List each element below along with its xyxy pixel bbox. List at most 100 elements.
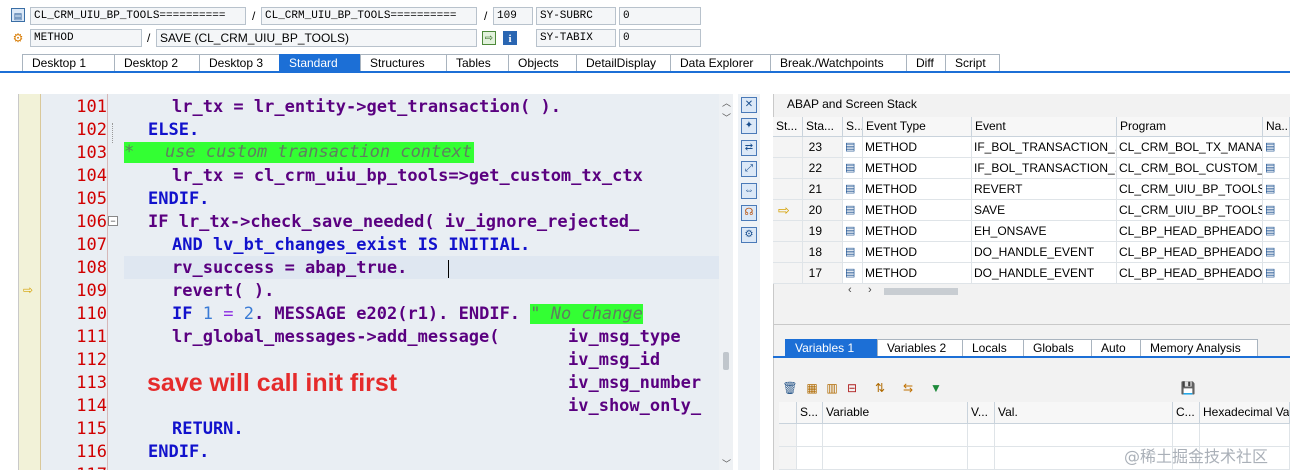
scroll-down-icon[interactable]: ﹀ bbox=[722, 111, 731, 124]
vartab-underline bbox=[773, 356, 1290, 358]
swap-tool-icon[interactable]: ⇔ bbox=[741, 183, 757, 199]
close-tool-icon[interactable]: ✕ bbox=[741, 97, 757, 113]
maximize-tool-icon[interactable]: ⤢ bbox=[741, 161, 757, 177]
var-cell[interactable] bbox=[797, 447, 823, 470]
navigate-icon[interactable]: ▤ bbox=[1263, 242, 1290, 263]
var-col-value[interactable]: Val. bbox=[995, 402, 1173, 424]
sysvar-name-field[interactable]: SY-SUBRC bbox=[536, 7, 616, 25]
info-icon[interactable]: i bbox=[503, 31, 517, 45]
col-header-event[interactable]: Event bbox=[972, 117, 1117, 137]
var-col-variable[interactable]: Variable bbox=[823, 402, 968, 424]
tab-script[interactable]: Script bbox=[945, 54, 1000, 72]
col-header-s[interactable]: S... bbox=[843, 117, 863, 137]
tab-structures[interactable]: Structures bbox=[360, 54, 447, 72]
scroll-right-icon[interactable]: › bbox=[868, 284, 872, 296]
method-icon: ⚙ bbox=[12, 31, 24, 45]
navigate-icon[interactable]: ▤ bbox=[1263, 137, 1290, 158]
col-header-name[interactable]: Na... bbox=[1263, 117, 1290, 137]
scroll-thumb[interactable] bbox=[723, 352, 729, 370]
editor-scrollbar[interactable]: ︿ ﹀ ﹀ bbox=[719, 94, 733, 470]
col-header-status[interactable]: St... bbox=[773, 117, 803, 137]
source-editor[interactable]: ⇨ − 101 102 103 104 105 106 107 108 109 … bbox=[18, 94, 719, 470]
tab-auto[interactable]: Auto bbox=[1091, 339, 1141, 357]
insert-row-icon[interactable]: ▦ bbox=[804, 380, 820, 396]
line-number: 107 bbox=[76, 235, 107, 255]
breakpoint-column[interactable] bbox=[19, 94, 41, 470]
tab-detail-display[interactable]: DetailDisplay bbox=[576, 54, 671, 72]
row-selector[interactable] bbox=[773, 158, 803, 179]
replace-tool-icon[interactable]: ⇄ bbox=[741, 140, 757, 156]
code-line-116: ENDIF. bbox=[148, 442, 210, 462]
new-tool-icon[interactable]: ✦ bbox=[741, 118, 757, 134]
tab-breakpoints[interactable]: Break./Watchpoints bbox=[770, 54, 907, 72]
tab-desktop-2[interactable]: Desktop 2 bbox=[114, 54, 200, 72]
append-row-icon[interactable]: ▥ bbox=[824, 380, 840, 396]
tab-objects[interactable]: Objects bbox=[508, 54, 577, 72]
code-line-105: ENDIF. bbox=[148, 189, 210, 209]
sysvar2-name-field[interactable]: SY-TABIX bbox=[536, 29, 616, 47]
services-tool-icon[interactable]: ☊ bbox=[741, 205, 757, 221]
row-selector[interactable] bbox=[773, 179, 803, 200]
sort-icon[interactable]: ⇅ bbox=[872, 380, 888, 396]
scroll-left-icon[interactable]: ‹ bbox=[848, 284, 852, 296]
code-token: 1 bbox=[202, 304, 213, 324]
row-selector[interactable] bbox=[773, 242, 803, 263]
fold-toggle-icon[interactable]: − bbox=[108, 216, 118, 226]
row-selector[interactable] bbox=[773, 221, 803, 242]
save-icon[interactable]: 💾 bbox=[1180, 380, 1196, 396]
tab-variables-1[interactable]: Variables 1 bbox=[785, 339, 878, 357]
var-col-hex[interactable]: Hexadecimal Va bbox=[1200, 402, 1290, 424]
var-cell[interactable] bbox=[968, 424, 995, 447]
stack-event: EH_ONSAVE bbox=[972, 221, 1117, 242]
var-cell[interactable] bbox=[779, 447, 797, 470]
tab-variables-2[interactable]: Variables 2 bbox=[877, 339, 963, 357]
stack-event-type: METHOD bbox=[863, 242, 972, 263]
delete-icon[interactable]: 🗑 bbox=[782, 380, 798, 396]
row-selector[interactable] bbox=[773, 263, 803, 284]
navigate-icon[interactable]: ▤ bbox=[1263, 158, 1290, 179]
stack-level: 22 bbox=[803, 158, 843, 179]
tab-diff[interactable]: Diff bbox=[906, 54, 946, 72]
filter-icon[interactable]: ▼ bbox=[928, 380, 944, 396]
col-header-event-type[interactable]: Event Type bbox=[863, 117, 972, 137]
tab-desktop-3[interactable]: Desktop 3 bbox=[199, 54, 280, 72]
tab-globals[interactable]: Globals bbox=[1023, 339, 1092, 357]
navigate-icon[interactable]: ▤ bbox=[1263, 263, 1290, 284]
var-cell[interactable] bbox=[779, 424, 797, 447]
col-header-level[interactable]: Sta... bbox=[803, 117, 843, 137]
tab-data-explorer[interactable]: Data Explorer bbox=[670, 54, 771, 72]
scroll-thumb[interactable] bbox=[884, 288, 958, 295]
col-header-program[interactable]: Program bbox=[1117, 117, 1263, 137]
stack-event-type: METHOD bbox=[863, 263, 972, 284]
stack-row-icon: ▤ bbox=[843, 158, 863, 179]
settings-tool-icon[interactable]: ⚙ bbox=[741, 227, 757, 243]
row-selector[interactable] bbox=[773, 137, 803, 158]
stack-hscrollbar[interactable]: ‹ › bbox=[848, 284, 978, 298]
navigate-icon[interactable]: ▤ bbox=[1263, 221, 1290, 242]
tab-tables[interactable]: Tables bbox=[446, 54, 509, 72]
scroll-up-icon[interactable]: ︿ bbox=[722, 96, 731, 109]
stack-program: CL_BP_HEAD_BPHEADO... bbox=[1117, 221, 1263, 242]
transfer-icon[interactable]: ⇆ bbox=[900, 380, 916, 396]
remove-row-icon[interactable]: ⊟ bbox=[844, 380, 860, 396]
navigate-icon[interactable]: ▤ bbox=[1263, 200, 1290, 221]
tab-standard[interactable]: Standard bbox=[279, 54, 361, 72]
var-cell[interactable] bbox=[797, 424, 823, 447]
var-col-c[interactable]: C... bbox=[1173, 402, 1200, 424]
navigate-icon[interactable]: ⇨ bbox=[482, 31, 496, 45]
code-token: . MESSAGE e202(r1). ENDIF. bbox=[253, 304, 531, 324]
var-cell[interactable] bbox=[823, 447, 968, 470]
tab-memory-analysis[interactable]: Memory Analysis bbox=[1140, 339, 1258, 357]
tab-desktop-1[interactable]: Desktop 1 bbox=[22, 54, 115, 72]
var-cell[interactable] bbox=[823, 424, 968, 447]
var-cell[interactable] bbox=[968, 447, 995, 470]
scroll-down-icon[interactable]: ﹀ bbox=[722, 457, 731, 470]
var-col-v[interactable]: V... bbox=[968, 402, 995, 424]
tab-locals[interactable]: Locals bbox=[962, 339, 1024, 357]
navigate-icon[interactable]: ▤ bbox=[1263, 179, 1290, 200]
stack-level: 21 bbox=[803, 179, 843, 200]
param-msg-type: iv_msg_type bbox=[568, 327, 681, 347]
var-col-s[interactable]: S... bbox=[797, 402, 823, 424]
stack-program: CL_CRM_BOL_CUSTOM_... bbox=[1117, 158, 1263, 179]
code-line-107: AND lv_bt_changes_exist IS INITIAL. bbox=[172, 235, 531, 255]
